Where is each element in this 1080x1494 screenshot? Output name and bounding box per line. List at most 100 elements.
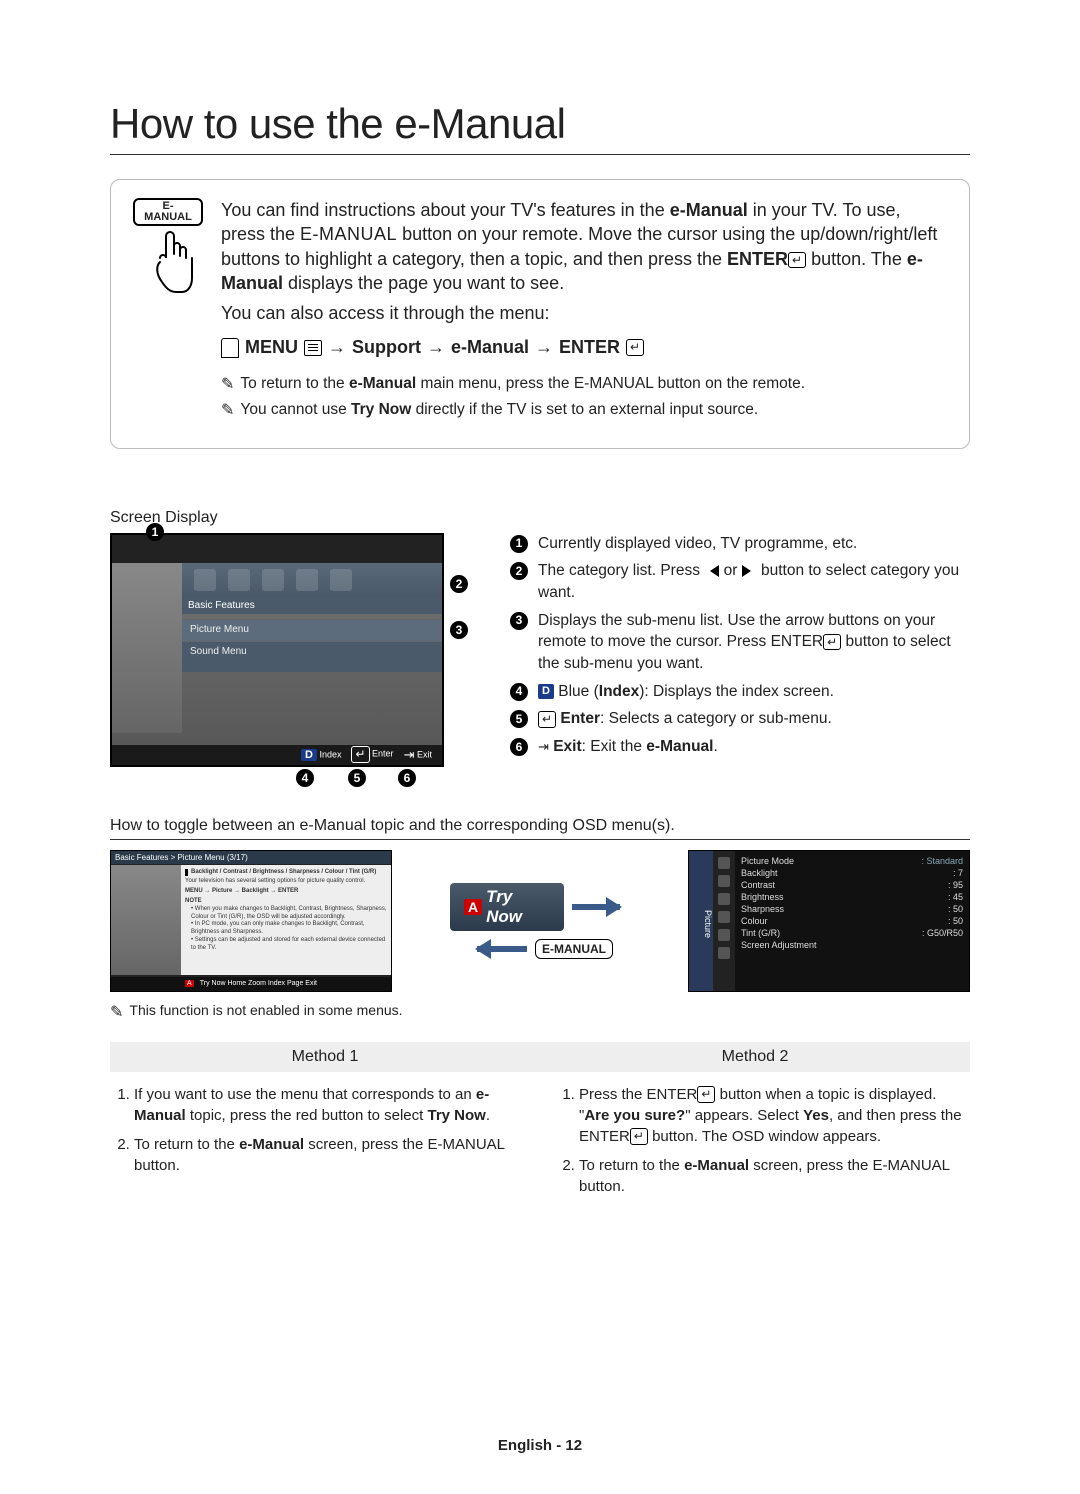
- mini-note-label: NOTE: [185, 898, 387, 906]
- text: To return to the: [240, 375, 349, 392]
- osd-row: Picture Mode: Standard: [741, 855, 963, 867]
- arrow: →: [427, 335, 445, 359]
- note-icon: [110, 1002, 123, 1022]
- osd-icons: [713, 851, 735, 991]
- mini-bullet: In PC mode, you can only make changes to…: [191, 921, 365, 935]
- list-item: To return to the e-Manual screen, press …: [579, 1155, 970, 1197]
- d-key-icon: D: [301, 749, 317, 761]
- text: screen, press the: [749, 1157, 872, 1174]
- legend-text: ↵ Enter: Selects a category or sub-menu.: [538, 708, 832, 730]
- text: Exit: [417, 749, 432, 759]
- text: displays the page you want to see.: [283, 273, 564, 293]
- mini-bullet: Settings can be adjusted and stored for …: [191, 937, 385, 951]
- legend-text: Displays the sub-menu list. Use the arro…: [538, 610, 970, 675]
- osd-key: Contrast: [741, 880, 775, 890]
- enter-icon: ↵: [697, 1086, 715, 1102]
- osd-row: Tint (G/R): G50/R50: [741, 927, 963, 939]
- num-1-icon: 1: [510, 535, 528, 553]
- text: E-MANUAL: [872, 1157, 949, 1174]
- category-label: Basic Features: [182, 597, 442, 614]
- note-icon: [221, 374, 234, 396]
- text: .: [486, 1107, 490, 1124]
- arrow: →: [535, 335, 553, 359]
- text: Try Now: [351, 401, 411, 418]
- toggle-heading: How to toggle between an e-Manual topic …: [110, 817, 970, 840]
- text: or: [719, 562, 741, 579]
- osd-rows: Picture Mode: StandardBacklight: 7Contra…: [735, 851, 969, 991]
- text: button. The OSD window appears.: [648, 1128, 881, 1145]
- text: button.: [579, 1178, 625, 1195]
- legend-text: ⇥ Exit: Exit the e-Manual.: [538, 736, 718, 758]
- osd-value: : Standard: [921, 856, 963, 866]
- text: If you want to use the menu that corresp…: [134, 1086, 476, 1103]
- method-2: Press the ENTER↵ button when a topic is …: [555, 1084, 970, 1205]
- mini-path: MENU → Picture → Backlight → ENTER: [185, 888, 387, 896]
- method-1-header: Method 1: [110, 1042, 540, 1072]
- osd-row: Backlight: 7: [741, 867, 963, 879]
- support-label: Support: [352, 335, 421, 359]
- text: button. The: [806, 249, 907, 269]
- text: You cannot use: [240, 401, 351, 418]
- e-manual-badge: E-MANUAL: [535, 939, 613, 959]
- mini-title: Backlight / Contrast / Brightness / Shar…: [185, 869, 387, 877]
- osd-value: : 50: [948, 904, 963, 914]
- intro-box: E-MANUAL You can find instructions about…: [110, 179, 970, 449]
- osd-value: : 95: [948, 880, 963, 890]
- text: E-MANUAL: [427, 1136, 504, 1153]
- category-bar: [182, 563, 442, 597]
- screen-display-label: Screen Display: [110, 509, 970, 527]
- tv-footer: D Index ↵ Enter ⇥ Exit: [112, 745, 442, 765]
- mini-header: Basic Features > Picture Menu (3/17): [111, 851, 391, 864]
- osd-row: Colour: 50: [741, 915, 963, 927]
- enter-icon: ↵: [823, 634, 841, 650]
- note-text: To return to the e-Manual main menu, pre…: [240, 374, 805, 396]
- osd-key: Colour: [741, 916, 768, 926]
- emanual-label: e-Manual: [451, 335, 529, 359]
- num-3-icon: 3: [510, 612, 528, 630]
- list-item: Press the ENTER↵ button when a topic is …: [579, 1084, 970, 1147]
- try-now-label: Try Now: [486, 887, 550, 927]
- text: , and then press the: [829, 1107, 962, 1124]
- text: directly if the TV is set to an external…: [411, 401, 758, 418]
- menu-grid-icon: [304, 340, 322, 356]
- text: ): Displays the index screen.: [639, 683, 834, 700]
- text: button on the remote.: [653, 375, 805, 392]
- text: e-Manual: [646, 738, 713, 755]
- arrows-column: A Try Now E-MANUAL: [450, 883, 630, 959]
- callout-1: 1: [146, 523, 164, 541]
- text: Exit: [553, 738, 581, 755]
- emanual-topic-screen: Basic Features > Picture Menu (3/17) Bac…: [110, 850, 392, 992]
- legend-text: Currently displayed video, TV programme,…: [538, 533, 857, 555]
- text: e-Manual: [684, 1157, 749, 1174]
- osd-key: Brightness: [741, 892, 784, 902]
- text: Enter: [372, 749, 394, 759]
- callout-3: 3: [450, 621, 468, 639]
- callout-2: 2: [450, 575, 468, 593]
- method-2-header: Method 2: [540, 1042, 970, 1072]
- mini-footer: ATry Now Home Zoom Index Page Exit: [111, 977, 391, 991]
- text: Yes: [803, 1107, 829, 1124]
- text: Enter: [560, 710, 600, 727]
- enter-icon: ↵: [538, 711, 556, 727]
- exit-icon: ⇥: [538, 738, 549, 756]
- text: Blue (: [554, 683, 599, 700]
- remote-icon: E-MANUAL: [133, 198, 203, 426]
- text: ENTER: [579, 1128, 630, 1145]
- enter-icon: ↵: [630, 1128, 648, 1144]
- text: You can also access it through the menu:: [221, 301, 947, 325]
- osd-menu-screen: Picture Picture Mode: StandardBacklight:…: [688, 850, 970, 992]
- e-manual-button-icon: E-MANUAL: [133, 198, 203, 226]
- text: main menu, press the: [416, 375, 574, 392]
- enter-icon: ↵: [788, 252, 806, 268]
- text: : Selects a category or sub-menu.: [600, 710, 832, 727]
- notes: To return to the e-Manual main menu, pre…: [221, 374, 947, 422]
- red-a-icon: A: [464, 899, 482, 915]
- text: ENTER: [727, 249, 788, 269]
- intro-text: You can find instructions about your TV'…: [221, 198, 947, 426]
- num-2-icon: 2: [510, 562, 528, 580]
- callout-4: 4: [296, 769, 314, 787]
- text: e-Manual: [349, 375, 416, 392]
- text: Index: [319, 749, 341, 759]
- left-arrow-icon: [704, 565, 719, 577]
- mini-sub: Your television has several setting opti…: [185, 878, 387, 886]
